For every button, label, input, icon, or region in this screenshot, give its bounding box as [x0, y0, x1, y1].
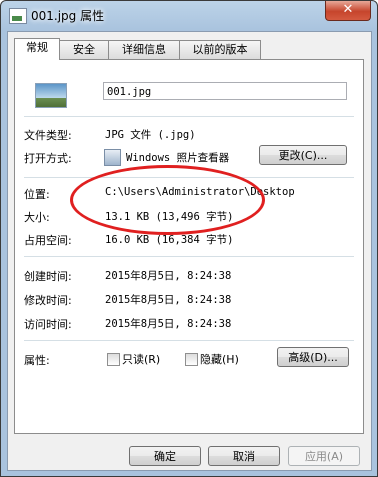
open-with-label: 打开方式: — [24, 152, 72, 165]
ok-button[interactable]: 确定 — [129, 446, 201, 466]
hidden-checkbox[interactable] — [185, 353, 198, 366]
accessed-label: 访问时间: — [24, 318, 72, 331]
red-annotation-ellipse — [70, 165, 265, 235]
photo-viewer-icon — [104, 149, 121, 166]
tab-security[interactable]: 安全 — [59, 40, 109, 59]
accessed-value: 2015年8月5日, 8:24:38 — [105, 318, 232, 330]
general-tab-panel: 001.jpg 文件类型: JPG 文件 (.jpg) 打开方式: Window… — [14, 59, 364, 434]
window-title: 001.jpg 属性 — [31, 9, 105, 23]
open-with-value: Windows 照片查看器 — [126, 152, 230, 164]
image-file-icon — [9, 8, 27, 24]
properties-dialog: 001.jpg 属性 ✕ 常规 安全 详细信息 以前的版本 001.jpg 文件… — [0, 0, 378, 477]
file-type-label: 文件类型: — [24, 129, 72, 142]
tab-previous-versions[interactable]: 以前的版本 — [179, 40, 261, 59]
location-label: 位置: — [24, 188, 50, 201]
size-on-disk-label: 占用空间: — [24, 234, 72, 247]
apply-button[interactable]: 应用(A) — [288, 446, 360, 466]
close-button[interactable]: ✕ — [325, 1, 371, 21]
dialog-client-area: 常规 安全 详细信息 以前的版本 001.jpg 文件类型: JPG 文件 (.… — [7, 31, 372, 471]
divider — [24, 340, 354, 341]
size-label: 大小: — [24, 211, 50, 224]
modified-label: 修改时间: — [24, 294, 72, 307]
divider — [24, 116, 354, 117]
advanced-button[interactable]: 高级(D)... — [277, 347, 349, 367]
readonly-label[interactable]: 只读(R) — [122, 351, 160, 367]
change-button[interactable]: 更改(C)... — [259, 145, 347, 165]
attributes-label: 属性: — [24, 354, 50, 367]
readonly-checkbox[interactable] — [107, 353, 120, 366]
modified-value: 2015年8月5日, 8:24:38 — [105, 294, 232, 306]
created-value: 2015年8月5日, 8:24:38 — [105, 270, 232, 282]
tab-details[interactable]: 详细信息 — [108, 40, 180, 59]
file-name-field[interactable]: 001.jpg — [103, 82, 347, 100]
file-type-value: JPG 文件 (.jpg) — [105, 129, 196, 141]
image-thumbnail-icon — [35, 83, 67, 108]
title-bar[interactable]: 001.jpg 属性 ✕ — [1, 1, 377, 31]
hidden-label[interactable]: 隐藏(H) — [200, 351, 239, 367]
tab-general[interactable]: 常规 — [14, 38, 60, 60]
created-label: 创建时间: — [24, 270, 72, 283]
divider — [24, 256, 354, 257]
cancel-button[interactable]: 取消 — [208, 446, 280, 466]
